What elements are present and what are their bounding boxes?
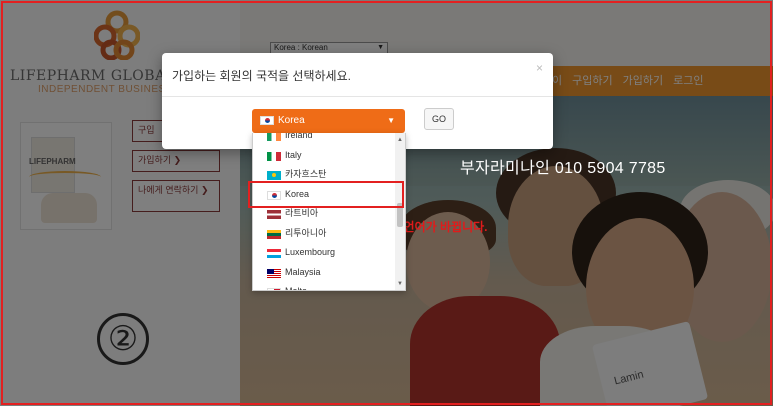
scroll-up-icon[interactable]: ▲ — [397, 137, 403, 143]
country-option-label: 라트비아 — [285, 208, 319, 218]
dropdown-scrollbar[interactable]: ▲ ▼ — [395, 133, 405, 290]
country-option[interactable]: Malaysia — [253, 263, 395, 283]
selected-country-label: Korea — [278, 115, 305, 126]
country-option-label: 카자흐스탄 — [285, 169, 327, 179]
scroll-down-icon[interactable]: ▼ — [397, 281, 403, 287]
country-option-label: Ireland — [285, 133, 313, 140]
close-icon[interactable]: × — [536, 61, 543, 75]
country-flag-icon — [267, 268, 281, 278]
phone-annotation: 부자라미나인 010 5904 7785 — [460, 160, 666, 177]
modal-title: 가입하는 회원의 국적을 선택하세요. — [172, 69, 351, 83]
modal-header: 가입하는 회원의 국적을 선택하세요. × — [162, 53, 553, 97]
country-flag-icon — [267, 229, 281, 239]
country-flag-icon — [267, 133, 281, 141]
korea-highlight-box — [248, 181, 404, 208]
country-flag-icon — [267, 249, 281, 258]
country-option[interactable]: 리투아니아 — [253, 224, 395, 244]
country-option-label: 리투아니아 — [285, 227, 327, 238]
country-options: Ireland Italy 카자흐스탄 Korea 라트비아 리투아니아 Luxembour… — [253, 133, 395, 291]
go-button[interactable]: GO — [424, 108, 454, 130]
country-flag-icon — [267, 288, 281, 290]
country-option-label: Italy — [285, 149, 302, 160]
country-dropdown-list[interactable]: Ireland Italy 카자흐스탄 Korea 라트비아 리투아니아 Luxembour… — [252, 133, 406, 291]
country-flag-icon — [267, 210, 281, 219]
country-option[interactable]: Malta — [253, 282, 395, 291]
country-option[interactable]: Italy — [253, 146, 395, 166]
country-option[interactable]: Luxembourg — [253, 243, 395, 263]
caret-down-icon: ▼ — [387, 116, 395, 125]
country-option-label: Malta — [285, 286, 308, 291]
country-option[interactable]: Ireland — [253, 133, 395, 146]
flag-korea-icon — [260, 116, 274, 125]
country-flag-icon — [267, 151, 281, 161]
country-option-label: Malaysia — [285, 266, 321, 277]
country-option-label: Luxembourg — [285, 247, 336, 257]
country-dropdown-button[interactable]: Korea ▼ — [252, 109, 405, 133]
country-flag-icon — [267, 171, 281, 180]
